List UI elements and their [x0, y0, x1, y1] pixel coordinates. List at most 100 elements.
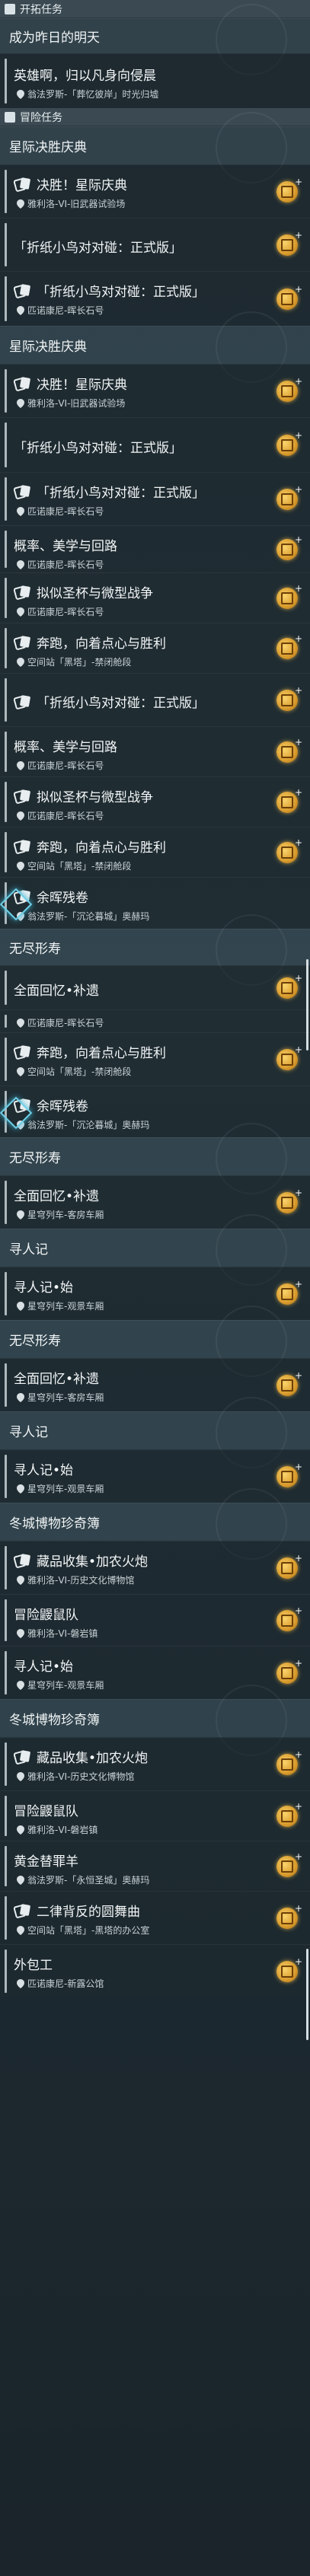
reward-badge-icon: +: [276, 230, 302, 256]
plus-icon: +: [294, 787, 302, 798]
reward-badge-icon: +: [276, 583, 302, 609]
quest-title: 决胜！星际庆典: [14, 174, 127, 193]
quest-item[interactable]: 「折纸小鸟对对碰：正式版」 匹诺康尼-晖长石号 +: [0, 472, 310, 525]
cards-icon: [14, 635, 30, 650]
quest-group[interactable]: 寻人记: [0, 1214, 310, 1286]
plus-icon: +: [294, 685, 302, 696]
quest-location: 匹诺康尼-新露公馆: [17, 1977, 104, 1990]
quest-title: 拟似圣杯与微型战争: [14, 582, 153, 601]
plus-icon: +: [294, 534, 302, 545]
quest-title: 奔跑，向着点心与胜利: [14, 837, 166, 856]
cards-icon: [14, 789, 30, 804]
selection-bar: [5, 832, 7, 872]
quest-item[interactable]: 决胜！星际庆典 雅利洛-VI-旧武器试验场 +: [0, 164, 310, 218]
reward-badge-icon: +: [276, 1749, 302, 1775]
quest-location: 星穹列车-客房车厢: [17, 1208, 104, 1221]
quest-item[interactable]: 概率、美学与回路 匹诺康尼-晖长石号 +: [0, 726, 310, 776]
location-pin-icon: [17, 1978, 24, 1988]
quest-item[interactable]: 「折纸小鸟对对碰：正式版」 +: [0, 218, 310, 271]
reward-badge-icon: +: [276, 430, 302, 456]
location-pin-icon: [17, 560, 24, 569]
quest-group[interactable]: 星际决胜庆典: [0, 112, 310, 183]
location-pin-icon: [17, 1825, 24, 1835]
quest-group[interactable]: 成为昨日的明天: [0, 4, 310, 75]
quest-item[interactable]: 拟似圣杯与微型战争 匹诺康尼-晖长石号 +: [0, 776, 310, 827]
quest-group[interactable]: 冬城博物珍奇簿: [0, 1488, 310, 1560]
plus-icon: +: [294, 1903, 302, 1914]
quest-item[interactable]: 二律背反的圆舞曲空间站「黑塔」-黑塔的办公室 +: [0, 1891, 310, 1944]
reward-badge-icon: +: [276, 1658, 302, 1684]
quest-location: 匹诺康尼-晖长石号: [17, 1016, 104, 1029]
group-title: 无尽形寿: [9, 1151, 61, 1166]
quest-item[interactable]: 冒险鼹鼠队 雅利洛-VI-磐岩镇 +: [0, 1594, 310, 1646]
location-pin-icon: [17, 1680, 24, 1690]
plus-icon: +: [294, 837, 302, 848]
selection-bar: [5, 223, 7, 266]
quest-item[interactable]: 拟似圣杯与微型战争 匹诺康尼-晖长石号 +: [0, 572, 310, 623]
quest-title: 冒险鼹鼠队: [14, 1804, 78, 1819]
location-pin-icon: [17, 506, 24, 516]
cards-icon: [14, 1749, 30, 1765]
quest-location: 星穹列车-观景车厢: [17, 1679, 104, 1691]
location-pin-icon: [17, 1484, 24, 1494]
quest-item[interactable]: 全面回忆•补遗 +: [0, 965, 310, 1009]
quest-item[interactable]: 奔跑，向着点心与胜利空间站「黑塔」-禁闭舱段 +: [0, 827, 310, 877]
reward-badge-icon: +: [276, 1903, 302, 1929]
selection-bar: [5, 1950, 7, 1993]
quest-item[interactable]: 决胜！星际庆典 雅利洛-VI-旧武器试验场 +: [0, 364, 310, 417]
quest-location: 空间站「黑塔」-禁闭舱段: [17, 655, 131, 668]
quest-item[interactable]: 概率、美学与回路 匹诺康尼-晖长石号 +: [0, 525, 310, 572]
quest-item[interactable]: 藏品收集•加农火炮 雅利洛-VI-历史文化博物馆 +: [0, 1737, 310, 1790]
quest-group[interactable]: 寻人记: [0, 1397, 310, 1468]
quest-title: 「折纸小鸟对对碰：正式版」: [14, 281, 205, 300]
quest-item[interactable]: 藏品收集•加农火炮 雅利洛-VI-历史文化博物馆 +: [0, 1541, 310, 1594]
plus-icon: +: [294, 1749, 302, 1760]
reward-badge-icon: +: [276, 787, 302, 813]
quest-group[interactable]: 无尽形寿: [0, 914, 310, 986]
cards-icon: [14, 1044, 30, 1060]
reward-badge-icon: +: [276, 534, 302, 560]
quest-location: 空间站「黑塔」-黑塔的办公室: [17, 1924, 149, 1937]
quest-group[interactable]: 无尽形寿: [0, 1123, 310, 1194]
selection-bar: [5, 578, 7, 618]
quest-title: 奔跑，向着点心与胜利: [14, 1042, 166, 1061]
reward-badge-icon: +: [276, 685, 302, 711]
quest-item[interactable]: 英雄啊，归以凡身向侵晨 翁法罗斯-「葬忆彼岸」时光归墟: [0, 53, 310, 108]
reward-badge-icon: +: [276, 1044, 302, 1070]
quest-item[interactable]: 「折纸小鸟对对碰：正式版」 +: [0, 673, 310, 726]
selection-bar: [5, 1896, 7, 1940]
plus-icon: +: [294, 1462, 302, 1472]
quest-group[interactable]: 星际决胜庆典: [0, 311, 310, 383]
quest-item[interactable]: 匹诺康尼-晖长石号: [0, 1009, 310, 1032]
location-pin-icon: [17, 1925, 24, 1935]
cards-icon: [14, 1903, 30, 1918]
quest-title: 决胜！星际庆典: [14, 374, 127, 393]
quest-group[interactable]: 无尽形寿: [0, 1306, 310, 1377]
quest-item[interactable]: 奔跑，向着点心与胜利 空间站「黑塔」-禁闭舱段 +: [0, 1032, 310, 1086]
plus-icon: +: [294, 1658, 302, 1669]
quest-item[interactable]: 奔跑，向着点心与胜利 空间站「黑塔」-禁闭舱段 +: [0, 623, 310, 673]
plus-icon: +: [294, 1044, 302, 1055]
scrollbar-thumb[interactable]: [306, 1949, 308, 2040]
reward-badge-icon: +: [276, 1801, 302, 1827]
quest-item[interactable]: 冒险鼹鼠队 雅利洛-VI-磐岩镇 +: [0, 1790, 310, 1841]
section-title: 开拓任务: [20, 3, 62, 16]
selection-bar: [5, 1651, 7, 1694]
location-pin-icon: [17, 1392, 24, 1402]
scrollbar-thumb[interactable]: [306, 959, 308, 1050]
plus-icon: +: [294, 284, 302, 295]
quest-title: 二律背反的圆舞曲: [14, 1901, 140, 1920]
location-pin-icon: [17, 607, 24, 617]
quest-group[interactable]: 冬城博物珍奇簿: [0, 1685, 310, 1756]
quest-item[interactable]: 外包工 匹诺康尼-新露公馆 +: [0, 1944, 310, 1997]
quest-location: 翁法罗斯-「永恒圣城」奥赫玛: [17, 1873, 149, 1886]
quest-location: 空间站「黑塔」-禁闭舱段: [17, 859, 131, 872]
quest-location: 匹诺康尼-晖长石号: [17, 809, 104, 822]
quest-item[interactable]: 黄金替罪羊 翁法罗斯-「永恒圣城」奥赫玛 +: [0, 1841, 310, 1891]
plus-icon: +: [294, 973, 302, 984]
plus-icon: +: [294, 230, 302, 241]
quest-location: 星穹列车-观景车厢: [17, 1299, 104, 1312]
group-title: 冬城博物珍奇簿: [9, 1516, 100, 1532]
cards-icon: [14, 484, 30, 499]
quest-item[interactable]: 「折纸小鸟对对碰：正式版」 +: [0, 417, 310, 472]
